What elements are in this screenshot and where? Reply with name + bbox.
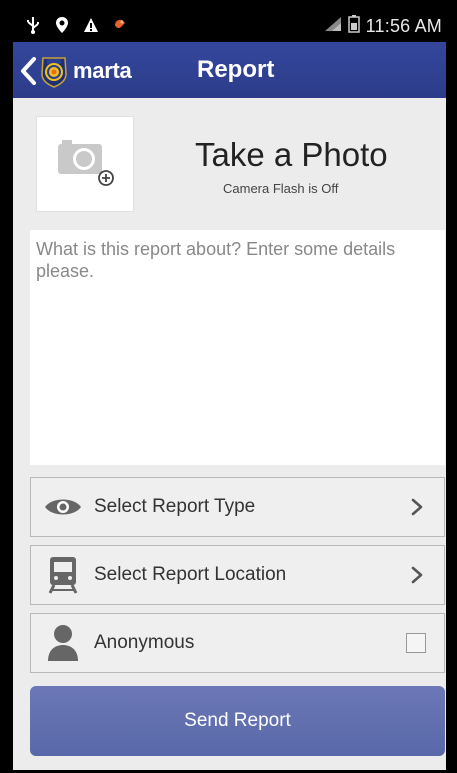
camera-flash-status: Camera Flash is Off <box>223 181 339 196</box>
usb-icon <box>25 16 41 34</box>
anonymous-checkbox[interactable] <box>406 633 426 653</box>
report-location-label: Select Report Location <box>94 564 287 585</box>
select-report-type-row[interactable]: Select Report Type <box>30 477 445 537</box>
anonymous-row[interactable]: Anonymous <box>30 613 445 673</box>
battery-icon <box>347 15 360 38</box>
warning-icon <box>83 16 99 34</box>
marta-police-badge-icon <box>39 54 69 88</box>
page-title: Report <box>197 56 275 83</box>
eye-icon <box>43 487 83 527</box>
status-icons-right: 11:56 AM <box>324 15 442 38</box>
back-chevron-icon <box>17 53 39 89</box>
anonymous-label: Anonymous <box>94 632 195 653</box>
report-type-label: Select Report Type <box>94 496 256 517</box>
notification-icon <box>112 16 128 34</box>
take-photo-title[interactable]: Take a Photo <box>195 136 388 174</box>
chevron-right-icon <box>410 497 424 517</box>
location-pin-icon <box>54 16 70 34</box>
send-report-button[interactable]: Send Report <box>30 686 445 756</box>
app-logo-text: marta <box>73 58 132 83</box>
select-report-location-row[interactable]: Select Report Location <box>30 545 445 605</box>
camera-add-icon <box>54 136 116 193</box>
person-icon <box>43 623 83 663</box>
train-icon <box>43 555 83 595</box>
take-photo-button[interactable] <box>36 116 134 212</box>
status-time: 11:56 AM <box>365 16 442 36</box>
chevron-right-icon <box>410 565 424 585</box>
app-screen: 11:56 AM marta Report Take a Photo Camer… <box>13 11 446 770</box>
report-details-input[interactable] <box>30 230 445 465</box>
signal-icon <box>324 16 342 37</box>
status-bar: 11:56 AM <box>13 11 446 42</box>
back-button[interactable]: marta <box>17 52 147 90</box>
status-icons-left <box>25 16 128 34</box>
action-bar: marta Report <box>13 42 446 98</box>
